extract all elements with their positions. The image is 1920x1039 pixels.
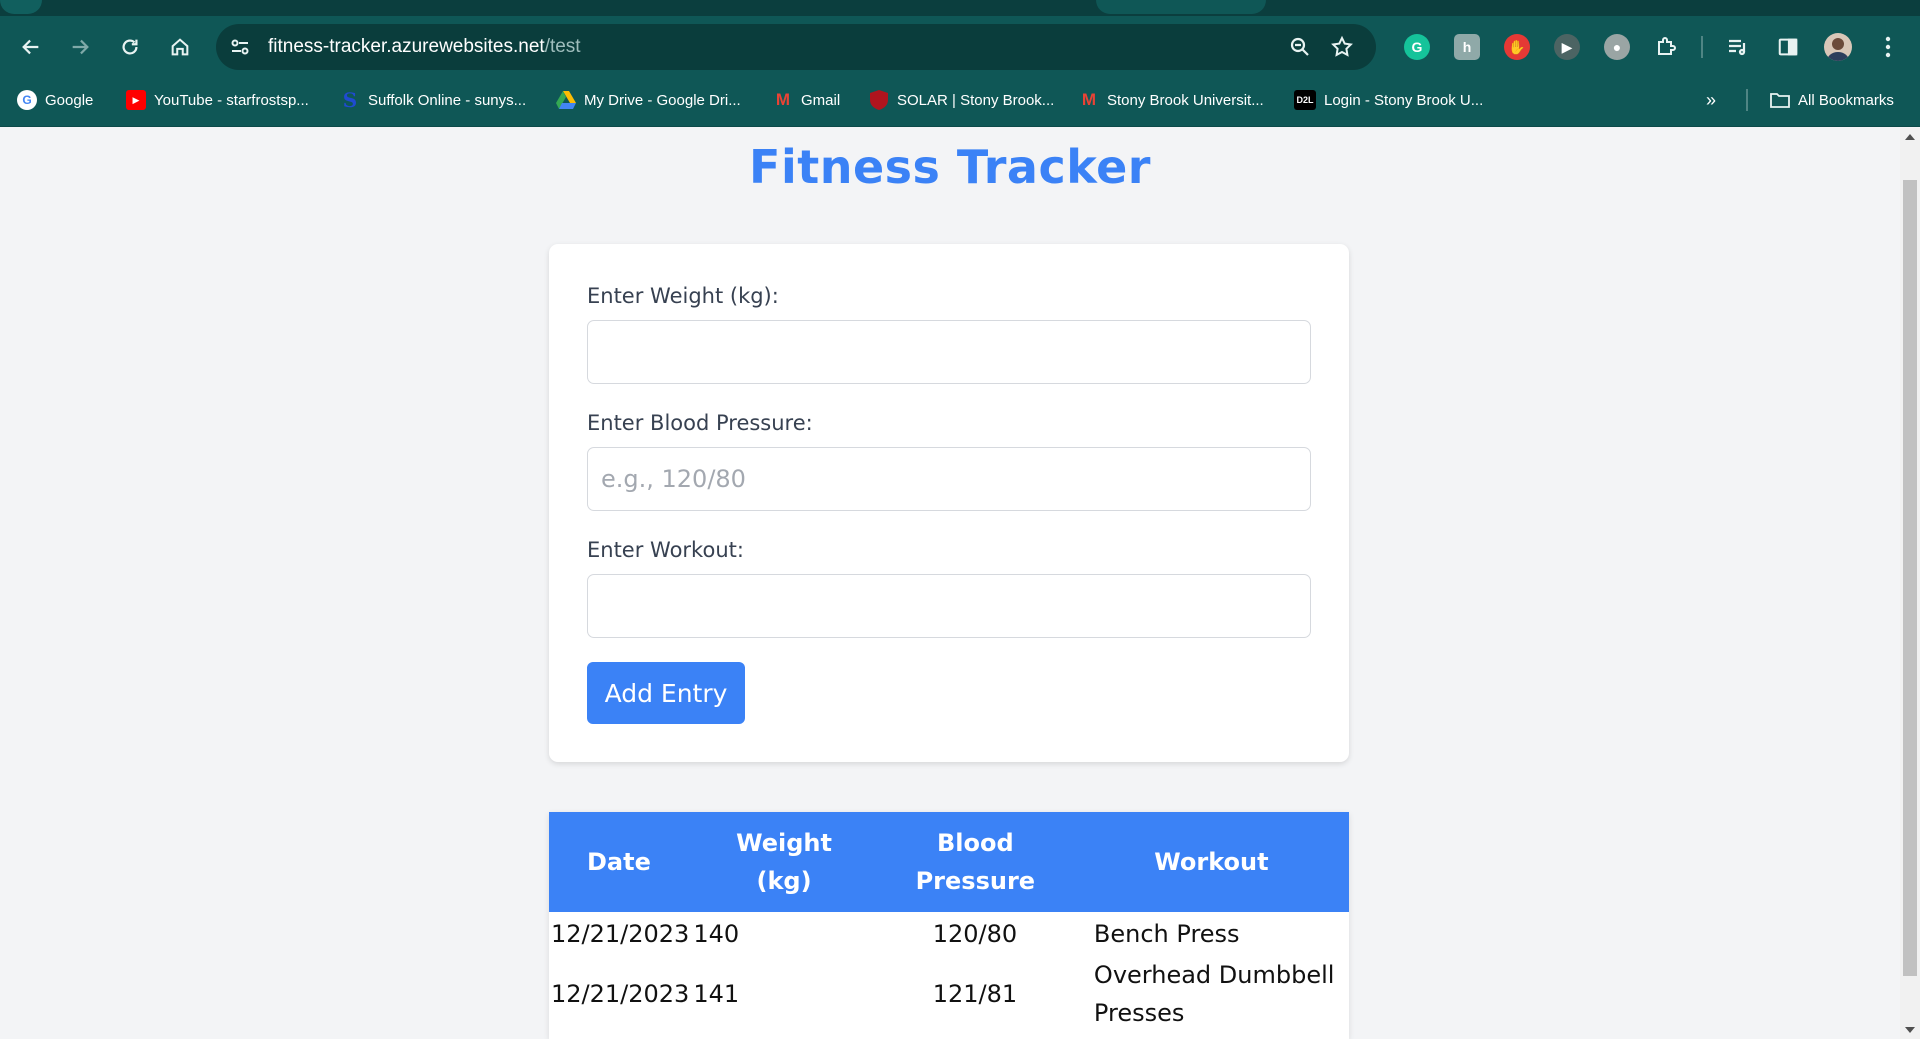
blood-pressure-label: Enter Blood Pressure: [587, 411, 813, 435]
profile-avatar[interactable] [1824, 33, 1852, 61]
bookmark-stony-brook-mail[interactable]: M Stony Brook Universit... [1079, 86, 1264, 114]
all-bookmarks-button[interactable]: All Bookmarks [1770, 86, 1894, 114]
url-text[interactable]: fitness-tracker.azurewebsites.net/test [268, 36, 581, 58]
bookmark-google[interactable]: G Google [17, 86, 93, 114]
url-host: fitness-tracker.azurewebsites.net [268, 36, 545, 57]
tab-active[interactable] [1096, 0, 1266, 14]
bookmarks-separator [1746, 89, 1748, 111]
d2l-icon: D2L [1294, 90, 1316, 110]
forward-button[interactable] [60, 27, 100, 67]
adblock-extension-icon[interactable]: ✋ [1504, 34, 1530, 60]
entries-table-container: Date Weight (kg) Blood Pressure Workout … [549, 812, 1349, 1039]
cell-blood-pressure: 120/80 [932, 920, 1018, 948]
all-bookmarks-label: All Bookmarks [1798, 91, 1894, 109]
extensions-puzzle-icon[interactable] [1652, 33, 1680, 61]
cell-weight: 140 [693, 920, 740, 948]
header-weight: Weight (kg) [691, 812, 877, 912]
url-path: /test [544, 36, 581, 57]
cell-workout: Bench Press [1093, 920, 1240, 948]
tab-inactive[interactable] [0, 0, 42, 14]
weight-label: Enter Weight (kg): [587, 284, 779, 308]
drive-icon [556, 90, 576, 110]
bookmark-label: Suffolk Online - sunys... [368, 91, 527, 109]
header-date: Date [549, 812, 692, 912]
hypothesis-extension-icon[interactable]: h [1454, 34, 1480, 60]
weight-input[interactable] [587, 320, 1311, 384]
reload-button[interactable] [110, 27, 150, 67]
cell-weight: 141 [693, 980, 740, 1008]
cell-date: 12/21/2023 [551, 920, 690, 948]
bookmark-gmail[interactable]: M Gmail [773, 86, 840, 114]
header-weight-line2: (kg) [756, 867, 812, 895]
bookmark-label: Gmail [801, 91, 841, 109]
bookmark-suffolk[interactable]: S Suffolk Online - sunys... [340, 86, 526, 114]
location-extension-icon[interactable]: ● [1604, 34, 1630, 60]
chrome-menu-icon[interactable] [1874, 33, 1902, 61]
back-button[interactable] [11, 27, 51, 67]
cell-date: 12/21/2023 [551, 980, 690, 1008]
page-content: Fitness Tracker Enter Weight (kg): Enter… [0, 128, 1900, 1039]
folder-icon [1770, 90, 1790, 110]
page-scrollbar[interactable] [1900, 128, 1920, 1039]
cell-blood-pressure: 121/81 [932, 980, 1018, 1008]
address-bar[interactable]: fitness-tracker.azurewebsites.net/test [216, 24, 1376, 70]
toolbar-separator [1701, 36, 1703, 58]
site-settings-icon[interactable] [228, 35, 252, 59]
home-button[interactable] [160, 27, 200, 67]
workout-input[interactable] [587, 574, 1311, 638]
header-workout: Workout [1073, 812, 1349, 912]
bookmark-label: Google [45, 91, 94, 109]
bookmark-my-drive[interactable]: My Drive - Google Dri... [556, 86, 741, 114]
header-bp-line2: Pressure [915, 867, 1036, 895]
suffolk-icon: S [342, 88, 358, 112]
scroll-down-arrow-icon[interactable] [1905, 1027, 1915, 1033]
zoom-icon[interactable] [1288, 35, 1312, 59]
blood-pressure-input[interactable] [587, 447, 1311, 511]
table-row: 12/21/2023 141 121/81 Overhead Dumbbell … [549, 956, 1349, 1032]
bookmark-label: YouTube - starfrostsp... [154, 91, 309, 109]
shield-icon [869, 90, 889, 110]
cell-workout: Overhead Dumbbell Presses [1093, 961, 1335, 1027]
bookmark-label: SOLAR | Stony Brook... [897, 91, 1055, 109]
bookmark-label: Login - Stony Brook U... [1324, 91, 1484, 109]
back-arrow-icon [22, 39, 39, 55]
side-panel-icon[interactable] [1774, 33, 1802, 61]
screencast-extension-icon[interactable]: ▶ [1554, 34, 1580, 60]
workout-label: Enter Workout: [587, 538, 744, 562]
youtube-icon: ▶ [126, 90, 146, 110]
grammarly-extension-icon[interactable]: G [1404, 34, 1430, 60]
gmail-icon: M [775, 90, 791, 109]
bookmark-star-icon[interactable] [1330, 35, 1354, 59]
forward-arrow-icon [72, 39, 89, 55]
header-blood-pressure: Blood Pressure [876, 812, 1074, 912]
bookmark-d2l-login[interactable]: D2L Login - Stony Brook U... [1294, 86, 1483, 114]
more-bookmarks-chevron-icon[interactable]: » [1706, 86, 1716, 114]
add-entry-button[interactable]: Add Entry [587, 662, 745, 724]
header-bp-line1: Blood [936, 829, 1014, 857]
bookmark-youtube[interactable]: ▶ YouTube - starfrostsp... [126, 86, 309, 114]
bookmark-label: My Drive - Google Dri... [584, 91, 741, 109]
entry-form-card: Enter Weight (kg): Enter Blood Pressure:… [549, 244, 1349, 762]
scrollbar-thumb[interactable] [1903, 180, 1917, 976]
table-header-row: Date Weight (kg) Blood Pressure Workout [549, 812, 1349, 912]
page-title: Fitness Tracker [749, 140, 1151, 194]
reload-icon [122, 39, 138, 55]
media-queue-icon[interactable] [1724, 33, 1752, 61]
tab-strip [0, 0, 1920, 16]
home-icon [171, 38, 189, 56]
entries-table: Date Weight (kg) Blood Pressure Workout … [549, 812, 1349, 1032]
header-weight-line1: Weight [736, 829, 832, 857]
table-row: 12/21/2023 140 120/80 Bench Press [549, 912, 1349, 956]
scroll-up-arrow-icon[interactable] [1905, 134, 1915, 140]
bookmark-solar[interactable]: SOLAR | Stony Brook... [869, 86, 1054, 114]
gmail-icon: M [1081, 90, 1097, 109]
google-icon: G [17, 90, 37, 110]
bookmark-label: Stony Brook Universit... [1107, 91, 1264, 109]
